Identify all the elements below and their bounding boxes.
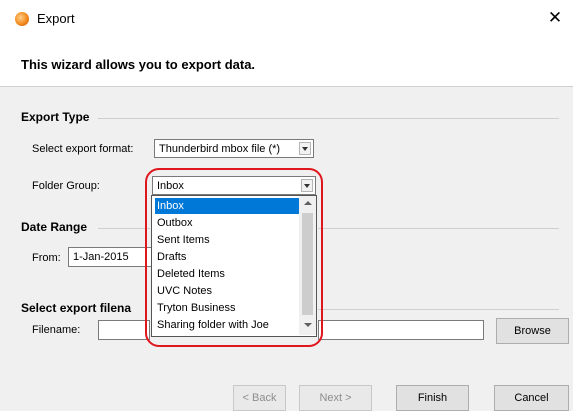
export-type-divider (98, 118, 559, 119)
from-label: From: (32, 252, 61, 264)
export-type-heading: Export Type (21, 110, 90, 124)
filename-label: Filename: (32, 324, 81, 336)
filename-heading: Select export filena (21, 301, 132, 315)
title-bar (0, 0, 573, 40)
finish-button[interactable]: Finish (396, 385, 469, 411)
from-date-field[interactable]: 1-Jan-2015 (68, 247, 152, 267)
next-button[interactable]: Next > (299, 385, 372, 411)
filename-divider (318, 309, 559, 310)
close-icon[interactable]: ✕ (545, 8, 565, 28)
annotation-highlight (145, 168, 323, 347)
cancel-button[interactable]: Cancel (494, 385, 569, 411)
thunderbird-app-icon (15, 12, 29, 26)
back-button[interactable]: < Back (233, 385, 286, 411)
export-format-value: Thunderbird mbox file (*) (159, 143, 281, 155)
export-format-label: Select export format: (32, 143, 134, 155)
filename-field-left[interactable] (98, 320, 150, 340)
chevron-down-icon[interactable] (299, 142, 311, 155)
window-title: Export (37, 11, 75, 26)
from-date-value: 1-Jan-2015 (73, 251, 129, 263)
filename-field[interactable] (318, 320, 484, 340)
wizard-description: This wizard allows you to export data. (21, 57, 256, 72)
browse-button[interactable]: Browse (496, 318, 569, 344)
folder-group-label: Folder Group: (32, 180, 100, 192)
export-format-select[interactable]: Thunderbird mbox file (*) (154, 139, 314, 158)
date-range-divider (98, 228, 150, 229)
date-range-heading: Date Range (21, 220, 88, 234)
date-range-divider-right (318, 228, 559, 229)
